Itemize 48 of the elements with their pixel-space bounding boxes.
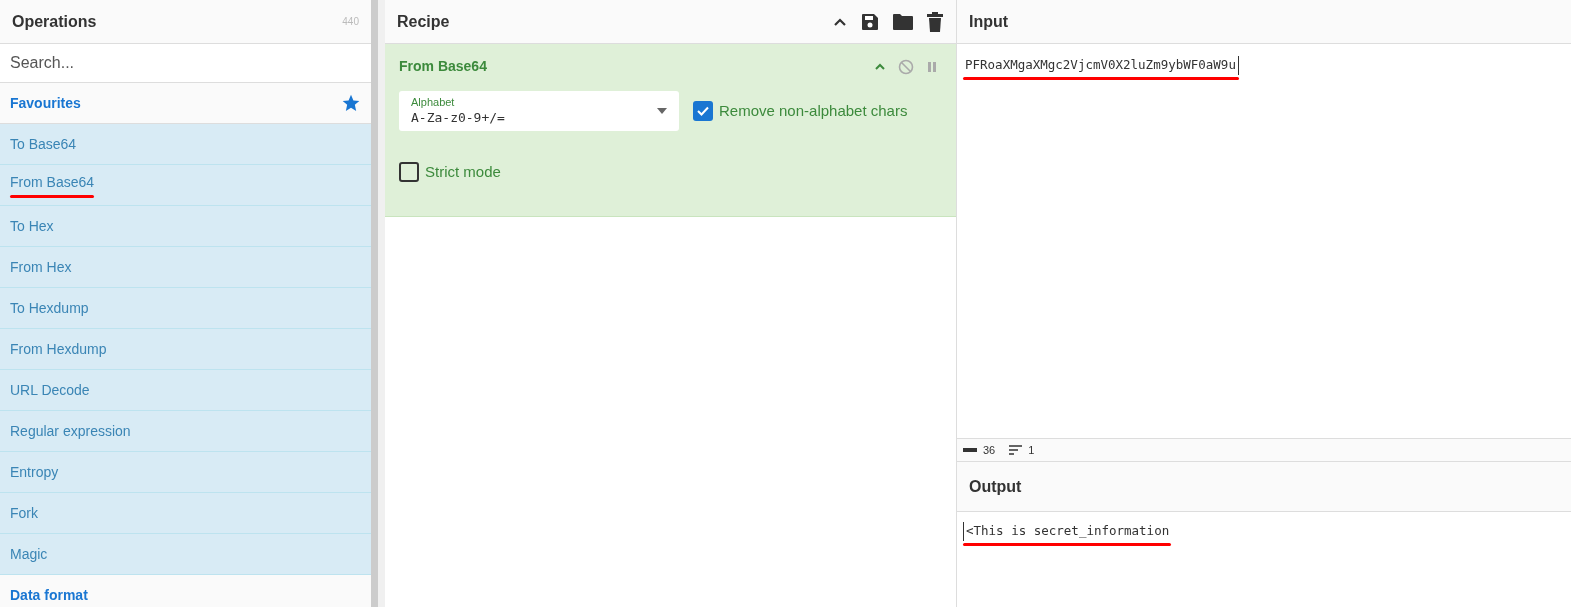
caret-icon [657, 108, 667, 114]
operation-label: To Base64 [10, 134, 77, 154]
operation-label: Regular expression [10, 421, 131, 441]
operation-item[interactable]: Regular expression [0, 411, 371, 452]
line-count: 1 [1028, 442, 1035, 458]
operation-label: Fork [10, 503, 38, 523]
scrollbar[interactable] [371, 0, 378, 607]
operation-item[interactable]: From Hexdump [0, 329, 371, 370]
operation-label: From Hexdump [10, 339, 107, 359]
operation-label: Entropy [10, 462, 59, 482]
operation-item[interactable]: Magic [0, 534, 371, 575]
char-count: 36 [983, 442, 996, 458]
trash-icon[interactable] [926, 11, 944, 32]
operation-count: 440 [342, 15, 359, 29]
field-value: A-Za-z0-9+/= [411, 109, 505, 126]
checkbox[interactable] [399, 162, 419, 183]
operation-label: To Hex [10, 216, 54, 236]
operation-item[interactable]: To Hexdump [0, 288, 371, 329]
alphabet-dropdown[interactable]: Alphabet A-Za-z0-9+/= [399, 91, 679, 131]
operation-item[interactable]: To Base64 [0, 124, 371, 165]
operation-label: From Hex [10, 257, 72, 277]
category-header[interactable]: Data format [0, 575, 371, 607]
operation-item[interactable]: From Base64 [0, 165, 371, 206]
checkbox-label: Remove non-alphabet chars [719, 100, 908, 121]
panel-title: Recipe [397, 11, 450, 32]
save-icon[interactable] [860, 11, 880, 32]
checkmark-icon [696, 104, 710, 118]
lines-icon [1009, 445, 1023, 455]
operation-item[interactable]: Fork [0, 493, 371, 534]
folder-icon[interactable] [892, 12, 914, 31]
panel-title: Input [969, 11, 1009, 32]
operation-item[interactable]: To Hex [0, 206, 371, 247]
operation-item[interactable]: Entropy [0, 452, 371, 493]
operation-label: URL Decode [10, 380, 90, 400]
operation-label: Magic [10, 544, 48, 564]
panel-title: Operations [12, 11, 97, 32]
input-text[interactable]: PFRoaXMgaXMgc2VjcmV0X2luZm9ybWF0aW9u [963, 56, 1239, 75]
operation-label: From Base64 [10, 173, 95, 192]
category-header[interactable]: Favourites [0, 83, 371, 124]
operation-item[interactable]: URL Decode [0, 370, 371, 411]
checkbox[interactable] [693, 101, 713, 121]
output-text: <This is secret_information [963, 522, 1172, 541]
operation-title: From Base64 [399, 57, 487, 76]
checkbox-label: Strict mode [425, 162, 501, 182]
field-label: Alphabet [411, 96, 456, 110]
panel-title: Output [969, 476, 1022, 497]
operation-label: To Hexdump [10, 298, 89, 318]
operation-item[interactable]: From Hex [0, 247, 371, 288]
